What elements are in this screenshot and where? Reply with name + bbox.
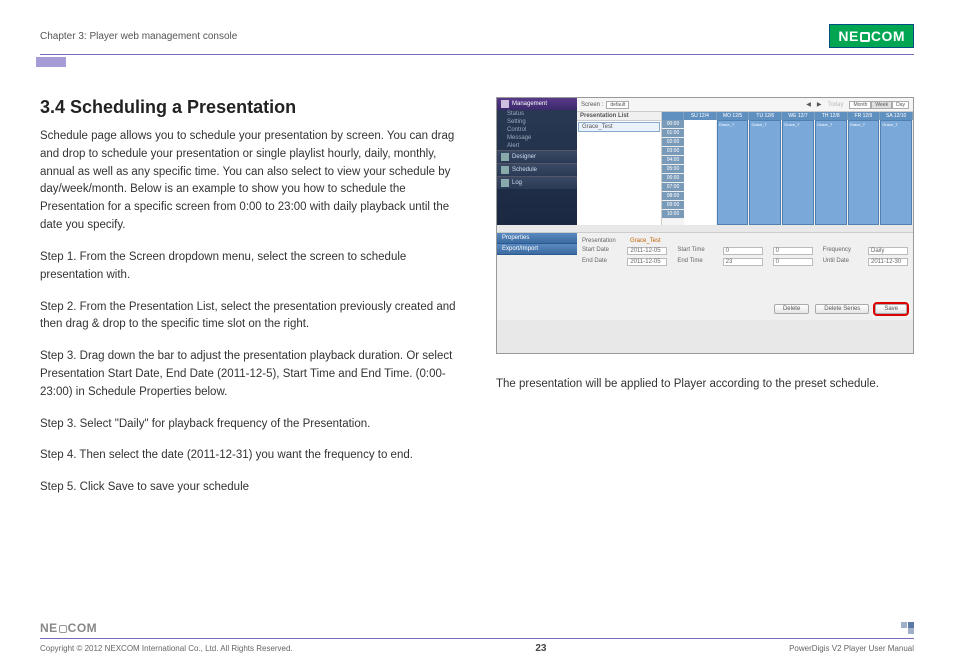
end-time-label: End Time — [677, 258, 712, 266]
schedule-icon — [501, 166, 509, 174]
sidebar-management[interactable]: Management — [497, 98, 577, 110]
calendar-grid[interactable]: SU 12/4 MO 12/5 TU 12/6 WE 12/7 TH 12/8 … — [662, 112, 913, 225]
delete-series-button[interactable]: Delete Series — [815, 304, 869, 314]
frequency-label: Frequency — [823, 247, 858, 255]
page-footer: NECOM Copyright © 2012 NEXCOM Internatio… — [40, 621, 914, 654]
chapter-title: Chapter 3: Player web management console — [40, 31, 237, 42]
step-2: Step 2. From the Presentation List, sele… — [40, 299, 466, 335]
schedule-topbar: Screen : default ◀ ▶ Today Month Week Da… — [577, 98, 913, 112]
end-date-label: End Date — [582, 258, 617, 266]
sidebar-tab-schedule[interactable]: Schedule — [497, 163, 577, 176]
designer-icon — [501, 153, 509, 161]
day-header: SU 12/4 — [684, 112, 717, 120]
sidebar-item-alert[interactable]: Alert — [497, 142, 577, 150]
screen-label: Screen : — [581, 102, 603, 108]
start-time-m-field[interactable]: 0 — [773, 247, 813, 255]
step-3a: Step 3. Drag down the bar to adjust the … — [40, 348, 466, 401]
scheduled-event[interactable]: Grace_T — [749, 120, 781, 225]
delete-button[interactable]: Delete — [774, 304, 809, 314]
day-header: TH 12/8 — [815, 112, 848, 120]
scheduled-event[interactable]: Grace_T — [782, 120, 814, 225]
view-week[interactable]: Week — [871, 101, 892, 109]
properties-tab[interactable]: Properties — [497, 233, 577, 244]
view-mode-toggle: Month Week Day — [849, 101, 909, 109]
sidebar-item-message[interactable]: Message — [497, 134, 577, 142]
presentation-list: Presentation List Grace_Test — [577, 112, 662, 225]
step-5: Step 5. Click Save to save your schedule — [40, 479, 466, 497]
sidebar-item-status[interactable]: Status — [497, 110, 577, 118]
scheduled-event[interactable]: Grace_T — [815, 120, 847, 225]
copyright-text: Copyright © 2012 NEXCOM International Co… — [40, 644, 293, 653]
nav-prev-icon[interactable]: ◀ — [806, 101, 811, 108]
until-date-label: Until Date — [823, 258, 858, 266]
step-3b: Step 3. Select "Daily" for playback freq… — [40, 416, 466, 434]
page-number: 23 — [535, 643, 546, 654]
start-date-label: Start Date — [582, 247, 617, 255]
time-column: 00:0001:00 02:0003:00 04:0005:00 06:0007… — [662, 120, 684, 225]
intro-text: Schedule page allows you to schedule you… — [40, 128, 466, 235]
sidebar-tab-log[interactable]: Log — [497, 176, 577, 189]
sidebar: Management Status Setting Control Messag… — [497, 98, 577, 225]
presentation-item[interactable]: Grace_Test — [578, 122, 660, 132]
management-icon — [501, 100, 509, 108]
footer-squares-icon — [901, 622, 914, 634]
app-screenshot: Management Status Setting Control Messag… — [496, 97, 914, 354]
sidebar-tab-designer[interactable]: Designer — [497, 150, 577, 163]
properties-panel: Properties Export/Import Presentation Gr… — [497, 232, 913, 320]
scheduled-event[interactable]: Grace_T — [717, 120, 749, 225]
presentation-label: Presentation — [582, 238, 620, 244]
nav-next-icon[interactable]: ▶ — [817, 101, 822, 108]
until-date-field[interactable]: 2011-12-30 — [868, 258, 908, 266]
day-header: TU 12/6 — [749, 112, 782, 120]
page-title: 3.4 Scheduling a Presentation — [40, 97, 466, 118]
save-button[interactable]: Save — [875, 304, 907, 314]
day-header: SA 12/10 — [880, 112, 913, 120]
view-month[interactable]: Month — [849, 101, 871, 109]
export-import-tab[interactable]: Export/Import — [497, 244, 577, 255]
scheduled-event[interactable]: Grace_T — [880, 120, 912, 225]
end-time-h-field[interactable]: 23 — [723, 258, 763, 266]
start-time-label: Start Time — [677, 247, 712, 255]
presentation-list-header: Presentation List — [577, 112, 661, 121]
step-4: Step 4. Then select the date (2011-12-31… — [40, 447, 466, 465]
sidebar-item-setting[interactable]: Setting — [497, 118, 577, 126]
footer-logo: NECOM — [40, 621, 97, 635]
presentation-value: Grace_Test — [630, 238, 661, 244]
caption-text: The presentation will be applied to Play… — [496, 376, 914, 394]
today-button[interactable]: Today — [827, 102, 843, 108]
screen-dropdown[interactable]: default — [606, 101, 629, 109]
start-time-h-field[interactable]: 0 — [723, 247, 763, 255]
logo-top: NECOM — [829, 24, 914, 48]
frequency-field[interactable]: Daily — [868, 247, 908, 255]
end-date-field[interactable]: 2011-12-05 — [627, 258, 667, 266]
day-header: MO 12/5 — [717, 112, 750, 120]
start-date-field[interactable]: 2011-12-05 — [627, 247, 667, 255]
log-icon — [501, 179, 509, 187]
sidebar-item-control[interactable]: Control — [497, 126, 577, 134]
view-day[interactable]: Day — [892, 101, 909, 109]
day-header: WE 12/7 — [782, 112, 815, 120]
day-header: FR 12/9 — [848, 112, 881, 120]
scheduled-event[interactable]: Grace_T — [848, 120, 880, 225]
step-1: Step 1. From the Screen dropdown menu, s… — [40, 249, 466, 285]
calendar-header: SU 12/4 MO 12/5 TU 12/6 WE 12/7 TH 12/8 … — [662, 112, 913, 120]
accent-bar — [36, 57, 66, 67]
end-time-m-field[interactable]: 0 — [773, 258, 813, 266]
manual-title: PowerDigis V2 Player User Manual — [789, 644, 914, 653]
